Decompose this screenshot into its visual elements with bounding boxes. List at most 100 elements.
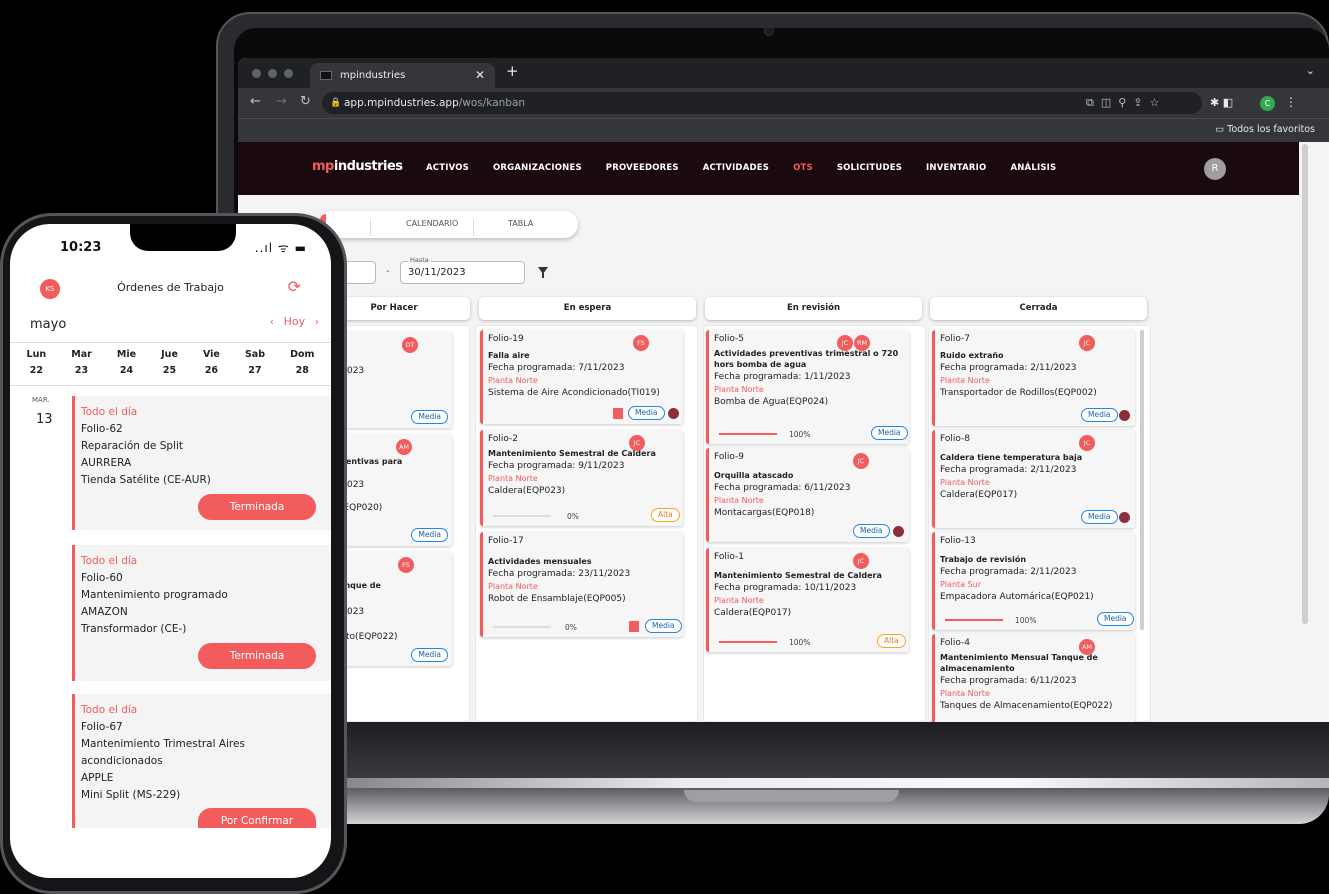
assignee-avatar: JC (629, 435, 645, 451)
progress-bar (719, 433, 777, 435)
card-date: Fecha programada: 6/11/2023 (940, 676, 1077, 686)
extensions-icon[interactable]: ✱ ◧ (1210, 96, 1233, 109)
work-order-card[interactable]: Folio-19 FS Falla aire Fecha programada:… (480, 330, 683, 424)
card-plant: Planta Sur (940, 580, 982, 589)
weekday-label: Dom (290, 349, 315, 360)
progress-percent: 100% (789, 638, 811, 647)
record-icon[interactable] (893, 526, 904, 537)
column-scrollbar[interactable] (1140, 330, 1144, 630)
refresh-icon[interactable]: ⟳ (288, 277, 301, 296)
address-bar[interactable]: 🔒 app.mpindustries.app/wos/kanban (322, 92, 1202, 114)
window-minimize-icon[interactable] (268, 69, 277, 78)
work-order-card[interactable]: Folio-4 AM Mantenimiento Mensual Tanque … (932, 634, 1135, 722)
card-date: Fecha programada: 10/11/2023 (714, 583, 857, 593)
nav-inventario[interactable]: INVENTARIO (926, 163, 986, 173)
progress-bar (493, 626, 551, 628)
back-icon[interactable]: ← (250, 94, 261, 109)
progress-percent: 0% (567, 512, 579, 521)
status-button[interactable]: Terminada (198, 643, 316, 669)
card-plant: Planta Norte (488, 582, 538, 591)
card-title: Trabajo de revisión (940, 555, 1027, 564)
priority-pill: Media (1097, 612, 1134, 626)
week-day[interactable]: Mie 24 (117, 343, 136, 385)
week-day[interactable]: Mar 23 (71, 343, 92, 385)
next-week-icon[interactable]: › (315, 315, 319, 328)
work-order-card[interactable]: Folio-1 JC Mantenimiento Semestral de Ca… (706, 548, 909, 652)
tab-title: mpindustries (340, 70, 406, 81)
prev-week-icon[interactable]: ‹ (270, 315, 274, 328)
window-zoom-icon[interactable] (284, 69, 293, 78)
agenda-day-label: MAR. (32, 396, 50, 404)
card-folio: Folio-7 (940, 334, 971, 344)
nav-organizaciones[interactable]: ORGANIZACIONES (493, 163, 582, 173)
work-order-card[interactable]: Folio-8 JC Caldera tiene temperatura baj… (932, 430, 1135, 528)
card-folio: Folio-13 (940, 536, 976, 546)
filter-icon[interactable] (538, 267, 548, 278)
document-icon[interactable] (613, 408, 623, 419)
reload-icon[interactable]: ↻ (300, 94, 311, 109)
week-day[interactable]: Jue 25 (161, 343, 178, 385)
bookmarks-bar: ▭ Todos los favoritos (238, 118, 1329, 142)
nav-solicitudes[interactable]: SOLICITUDES (837, 163, 902, 173)
week-day[interactable]: Vie 26 (203, 343, 220, 385)
card-plant: Planta Norte (714, 385, 764, 394)
nav-actividades[interactable]: ACTIVIDADES (703, 163, 769, 173)
window-close-icon[interactable] (252, 69, 261, 78)
week-day[interactable]: Dom 28 (290, 343, 314, 385)
laptop-base (210, 722, 1329, 824)
url-host: app.mpindustries.app (344, 97, 459, 109)
browser-menu-icon[interactable]: ⋮ (1285, 95, 1297, 109)
work-order-card[interactable]: Folio-7 JC Ruido extraño Fecha programad… (932, 330, 1135, 426)
nav-ots[interactable]: OTS (793, 163, 813, 173)
record-icon[interactable] (1119, 410, 1130, 421)
card-folio: Folio-2 (488, 434, 519, 444)
new-tab-icon[interactable]: + (506, 62, 519, 80)
page-scrollbar-thumb[interactable] (1302, 144, 1308, 624)
nav-proveedores[interactable]: PROVEEDORES (606, 163, 679, 173)
status-button[interactable]: Terminada (198, 494, 316, 520)
card-equipment: Caldera(EQP017) (940, 490, 1018, 500)
record-icon[interactable] (668, 408, 679, 419)
view-tab-tabla[interactable]: TABLA (508, 219, 533, 228)
record-icon[interactable] (1119, 512, 1130, 523)
card-folio: Folio-1 (714, 552, 745, 562)
nav-analisis[interactable]: ANÁLISIS (1010, 163, 1056, 173)
status-button[interactable]: Por Confirmar (198, 808, 316, 828)
document-icon[interactable] (629, 621, 639, 632)
work-order-card[interactable]: Folio-2 JC Mantenimiento Semestral de Ca… (480, 430, 683, 526)
week-strip: Lun 22 Mar 23 Mie 24 Jue 25 Vie 26 Sab 27 Dom 2… (10, 342, 331, 386)
assignee-avatar-2: RM (854, 335, 870, 351)
view-tab-calendario[interactable]: CALENDARIO (406, 219, 458, 228)
favicon-icon (320, 71, 332, 80)
tab-close-icon[interactable]: ✕ (475, 63, 485, 88)
browser-tab[interactable]: mpindustries ✕ (310, 63, 495, 88)
forward-icon[interactable]: → (276, 94, 287, 109)
work-order-card[interactable]: Folio-9 JC Orquilla atascado Fecha progr… (706, 448, 909, 542)
weekday-label: Vie (202, 349, 220, 360)
all-bookmarks-folder[interactable]: ▭ Todos los favoritos (1215, 124, 1315, 135)
date-range-dash: - (386, 266, 390, 277)
event-location: Tienda Satélite (CE-AUR) (81, 474, 211, 486)
work-order-card[interactable]: Folio-5 JC RM Actividades preventivas tr… (706, 330, 909, 444)
progress-percent: 100% (789, 430, 811, 439)
view-divider (473, 219, 474, 236)
today-button[interactable]: Hoy (284, 315, 306, 328)
progress-bar (719, 641, 777, 643)
weekday-number: 24 (119, 365, 134, 376)
brand-logo[interactable]: mpindustries (312, 159, 403, 174)
tab-search-chevron-icon[interactable]: ⌄ (1306, 64, 1315, 77)
event-client: APPLE (81, 772, 114, 784)
week-day[interactable]: Lun 22 (27, 343, 47, 385)
card-folio: Folio-9 (714, 452, 745, 462)
nav-activos[interactable]: ACTIVOS (426, 163, 469, 173)
profile-avatar[interactable]: C (1260, 96, 1275, 111)
card-date: Fecha programada: 7/11/2023 (488, 363, 625, 373)
work-order-card[interactable]: Folio-17 Actividades mensuales Fecha pro… (480, 532, 683, 637)
week-day[interactable]: Sab 27 (245, 343, 265, 385)
weekday-number: 22 (29, 365, 43, 376)
browser-toolbar: ← → ↻ 🔒 app.mpindustries.app/wos/kanban … (238, 88, 1329, 118)
work-order-card[interactable]: Folio-13 Trabajo de revisión Fecha progr… (932, 532, 1135, 630)
user-avatar[interactable]: R (1204, 158, 1226, 180)
device-mockup-stage: mpindustries ✕ + ⌄ ← → ↻ 🔒 app.mpindustr… (0, 0, 1329, 894)
toolbar-actions-icons[interactable]: ⧉◫⚲⇪☆ (1086, 96, 1166, 110)
